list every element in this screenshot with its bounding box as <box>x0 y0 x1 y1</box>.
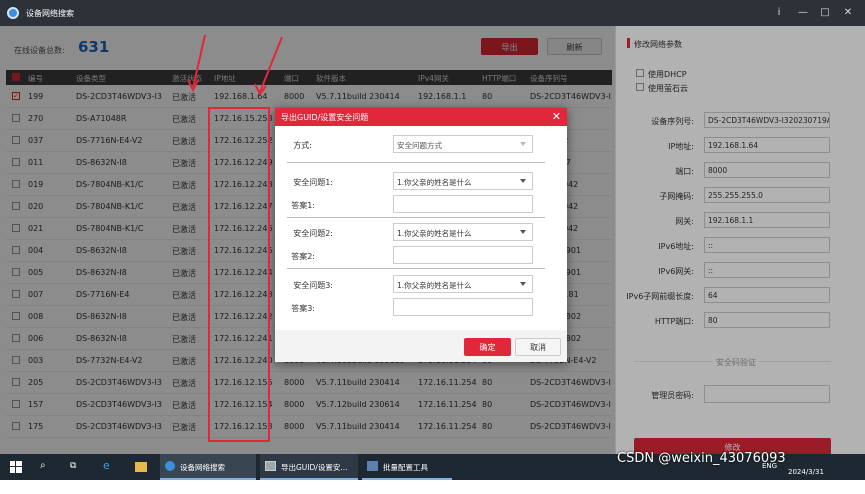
taskbar-item-device-search[interactable]: 设备网络搜索 <box>160 454 256 480</box>
folder-icon[interactable] <box>135 462 147 472</box>
clock-date[interactable]: 2024/3/31 <box>788 468 824 494</box>
app-icon <box>165 461 175 471</box>
taskbar-item-label: 批量配置工具 <box>383 463 428 472</box>
window-icon <box>265 461 276 471</box>
app-icon <box>367 461 378 471</box>
taskbar-item-guid-dialog[interactable]: 导出GUID/设置安... <box>260 454 358 480</box>
task-view-icon[interactable]: ⧉ <box>70 461 76 487</box>
ie-browser-icon[interactable]: e <box>103 459 110 485</box>
annotation-arrows <box>187 34 283 96</box>
annotation-arrow <box>192 34 206 89</box>
taskbar-item-batch-config[interactable]: 批量配置工具 <box>362 454 452 480</box>
taskbar-item-label: 设备网络搜索 <box>180 463 225 472</box>
windows-start-icon[interactable] <box>10 461 22 487</box>
annotation-arrow <box>259 36 283 93</box>
taskbar-item-label: 导出GUID/设置安... <box>281 463 348 472</box>
csdn-watermark: CSDN @weixin_43076093 <box>617 451 786 466</box>
search-icon[interactable]: ⌕ <box>40 460 46 486</box>
